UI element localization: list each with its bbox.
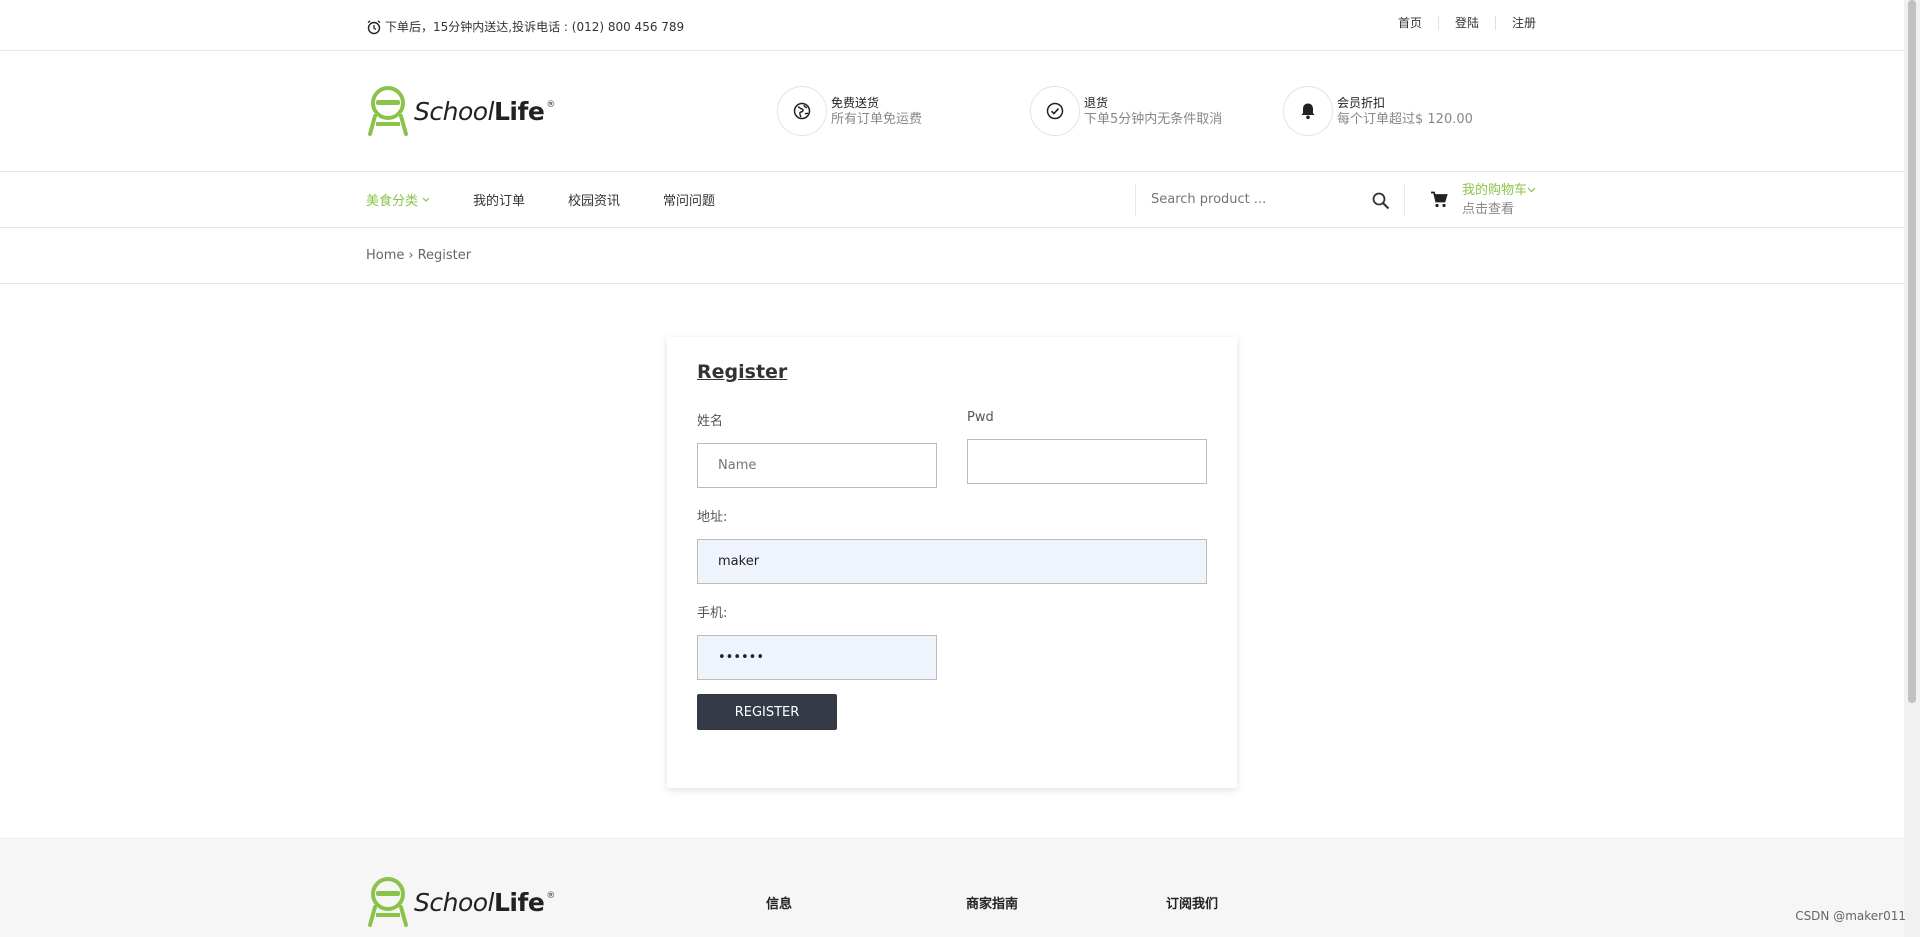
name-input[interactable] (697, 443, 937, 488)
feature-list: 免费送货 所有订单免运费 退货 下单5分钟内无条件取消 会员折扣 每个订单超过$… (777, 86, 1536, 136)
feature-returns: 退货 下单5分钟内无条件取消 (1030, 86, 1283, 136)
check-circle-icon (1046, 102, 1064, 120)
footer: SchoolLife ® 信息 商家指南 订阅我们 (0, 838, 1904, 937)
footer-col-info: 信息 (766, 897, 793, 912)
chevron-down-icon (422, 197, 430, 202)
logo-registered-mark: ® (546, 891, 556, 901)
header: SchoolLife ® 免费送货 所有订单免运费 退货 下单5分钟内无条件取消… (0, 51, 1920, 172)
logo-mascot-icon (368, 877, 408, 927)
footer-col-subscribe: 订阅我们 (1166, 897, 1219, 912)
main-content: Register 姓名 Pwd 地址: 手机: REGISTER (0, 284, 1920, 841)
address-label: 地址: (697, 510, 728, 525)
chevron-down-icon (1527, 187, 1536, 193)
notice-text: 下单后，15分钟内送达,投诉电话 : (012) 800 456 789 (385, 20, 685, 34)
search-input[interactable] (1150, 192, 1361, 207)
delivery-notice: 下单后，15分钟内送达,投诉电话 : (012) 800 456 789 (366, 18, 684, 35)
cart-icon (1430, 191, 1448, 208)
feature-desc: 每个订单超过$ 120.00 (1337, 111, 1473, 127)
cart-widget[interactable]: 我的购物车 点击查看 (1430, 181, 1536, 219)
search-icon[interactable] (1372, 192, 1390, 210)
watermark: CSDN @maker011 (1795, 909, 1906, 923)
feature-member-discount: 会员折扣 每个订单超过$ 120.00 (1283, 86, 1536, 136)
globe-icon (793, 102, 811, 120)
footer-col-merchant-guide: 商家指南 (966, 897, 1019, 912)
feature-desc: 下单5分钟内无条件取消 (1084, 111, 1223, 127)
scrollbar-thumb[interactable] (1908, 0, 1916, 703)
feature-desc: 所有订单免运费 (831, 111, 923, 127)
breadcrumb-current: Register (417, 248, 472, 263)
register-title: Register (697, 361, 788, 383)
phone-label: 手机: (697, 606, 728, 621)
alarm-clock-icon (367, 19, 381, 34)
logo-mascot-icon (368, 86, 408, 136)
name-label: 姓名 (697, 414, 724, 429)
feature-free-shipping: 免费送货 所有订单免运费 (777, 86, 1030, 136)
logo-text: SchoolLife (414, 887, 545, 917)
bell-icon (1301, 103, 1315, 120)
cart-subtitle: 点击查看 (1461, 201, 1514, 217)
nav-item-my-orders[interactable]: 我的订单 (473, 190, 525, 209)
top-bar: 下单后，15分钟内送达,投诉电话 : (012) 800 456 789 首页 … (0, 0, 1920, 51)
top-links: 首页 登陆 注册 (1382, 16, 1536, 30)
password-input[interactable] (967, 439, 1207, 484)
phone-input[interactable] (697, 635, 937, 680)
feature-title: 免费送货 (831, 95, 880, 110)
page-scrollbar[interactable] (1904, 0, 1920, 937)
top-link-register[interactable]: 注册 (1494, 16, 1536, 30)
feature-title: 会员折扣 (1337, 95, 1386, 110)
nav-item-food-category[interactable]: 美食分类 (366, 190, 430, 209)
nav-menu: 美食分类 我的订单 校园资讯 常问问题 (366, 190, 1135, 209)
top-link-login[interactable]: 登陆 (1437, 16, 1495, 30)
register-button[interactable]: REGISTER (697, 694, 837, 730)
logo-text: SchoolLife (414, 96, 545, 126)
site-logo[interactable]: SchoolLife ® (366, 86, 777, 136)
nav-item-faq[interactable]: 常问问题 (663, 190, 715, 209)
address-input[interactable] (697, 539, 1207, 584)
search-box (1134, 183, 1405, 216)
logo-registered-mark: ® (546, 100, 556, 110)
breadcrumb-separator: › (408, 248, 414, 263)
footer-logo[interactable]: SchoolLife ® (366, 877, 766, 927)
main-nav: 美食分类 我的订单 校园资讯 常问问题 我的购物车 (0, 172, 1920, 228)
feature-title: 退货 (1084, 95, 1109, 110)
register-card: Register 姓名 Pwd 地址: 手机: REGISTER (667, 337, 1237, 788)
top-link-home[interactable]: 首页 (1382, 16, 1438, 30)
pwd-label: Pwd (967, 410, 994, 425)
cart-title[interactable]: 我的购物车 (1462, 181, 1536, 200)
nav-item-campus-news[interactable]: 校园资讯 (568, 190, 620, 209)
breadcrumb-home[interactable]: Home (366, 248, 404, 263)
breadcrumb: Home › Register (0, 228, 1920, 284)
